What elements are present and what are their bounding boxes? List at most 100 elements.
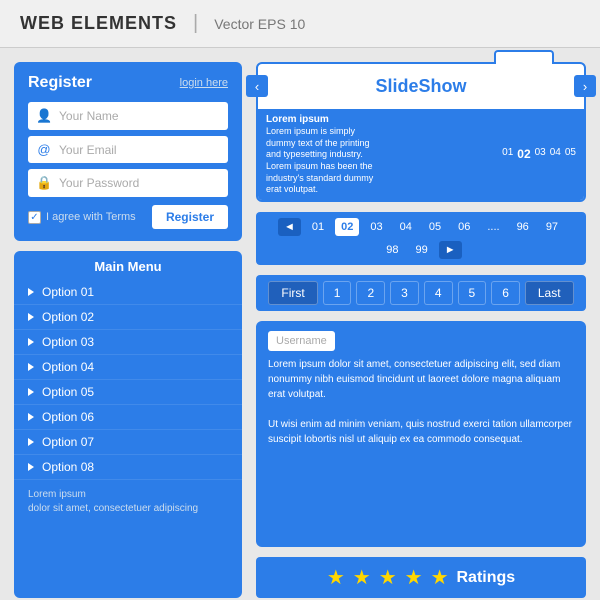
lock-icon: 🔒 [36, 175, 52, 191]
menu-title: Main Menu [14, 259, 242, 274]
menu-footer-line2: dolor sit amet, consectetuer adipiscing [28, 502, 228, 516]
dot-1[interactable]: 01 [502, 147, 513, 161]
slideshow-inner: ‹ SlideShow › [258, 64, 584, 109]
terms-row: ✓ I agree with Terms Register [28, 205, 228, 229]
slideshow-prev-button[interactable]: ‹ [246, 75, 268, 97]
menu-footer: Lorem ipsum dolor sit amet, consectetuer… [14, 480, 242, 516]
arrow-icon-7 [28, 438, 34, 446]
page-98[interactable]: 98 [380, 241, 404, 259]
menu-item-8[interactable]: Option 08 [14, 455, 242, 480]
slideshow-lorem: Lorem ipsum Lorem ipsum is simply dummy … [266, 113, 386, 196]
page-99[interactable]: 99 [410, 241, 434, 259]
page-06[interactable]: 06 [452, 218, 476, 236]
register-title: Register [28, 74, 92, 92]
register-button[interactable]: Register [152, 205, 228, 229]
page2-2[interactable]: 2 [356, 281, 385, 305]
lorem-title: Lorem ipsum [266, 113, 386, 126]
menu-label-2: Option 02 [42, 310, 94, 324]
menu-item-1[interactable]: Option 01 [14, 280, 242, 305]
password-field[interactable]: 🔒 Your Password [28, 169, 228, 197]
star-5[interactable]: ★ [431, 565, 449, 590]
menu-item-5[interactable]: Option 05 [14, 380, 242, 405]
page2-3[interactable]: 3 [390, 281, 419, 305]
menu-label-4: Option 04 [42, 360, 94, 374]
slideshow-dots: 01 02 03 04 05 [502, 147, 576, 161]
arrow-icon-6 [28, 413, 34, 421]
pagination2-bar: First 1 2 3 4 5 6 Last [256, 275, 586, 311]
email-icon: @ [36, 142, 52, 157]
slideshow-footer: Lorem ipsum Lorem ipsum is simply dummy … [258, 109, 584, 200]
dot-4[interactable]: 04 [550, 147, 561, 161]
email-placeholder: Your Email [59, 143, 117, 157]
slideshow-title: SlideShow [375, 76, 466, 97]
login-link[interactable]: login here [180, 77, 228, 89]
last-button[interactable]: Last [525, 281, 574, 305]
left-column: Register login here 👤 Your Name @ Your E… [14, 62, 242, 598]
dot-5[interactable]: 05 [565, 147, 576, 161]
arrow-icon-1 [28, 288, 34, 296]
arrow-icon-2 [28, 313, 34, 321]
name-placeholder: Your Name [59, 109, 119, 123]
username-field[interactable]: Username [268, 331, 335, 351]
star-2[interactable]: ★ [353, 565, 371, 590]
slideshow-next-button[interactable]: › [574, 75, 596, 97]
star-4[interactable]: ★ [405, 565, 423, 590]
menu-footer-line1: Lorem ipsum [28, 488, 228, 502]
slideshow-tab [494, 50, 554, 64]
page-03[interactable]: 03 [364, 218, 388, 236]
page-01[interactable]: 01 [306, 218, 330, 236]
password-placeholder: Your Password [59, 176, 139, 190]
page-ellipsis: .... [481, 218, 505, 236]
menu-label-1: Option 01 [42, 285, 94, 299]
ratings-label: Ratings [457, 569, 516, 587]
user-icon: 👤 [36, 108, 52, 124]
menu-label-5: Option 05 [42, 385, 94, 399]
header-title: WEB ELEMENTS [20, 13, 177, 34]
register-header: Register login here [28, 74, 228, 92]
page-97[interactable]: 97 [540, 218, 564, 236]
arrow-icon-3 [28, 338, 34, 346]
menu-item-4[interactable]: Option 04 [14, 355, 242, 380]
terms-checkbox[interactable]: ✓ [28, 211, 41, 224]
page2-1[interactable]: 1 [323, 281, 352, 305]
dot-2[interactable]: 02 [517, 147, 530, 161]
dot-3[interactable]: 03 [535, 147, 546, 161]
name-field[interactable]: 👤 Your Name [28, 102, 228, 130]
first-button[interactable]: First [268, 281, 317, 305]
menu-label-6: Option 06 [42, 410, 94, 424]
page-02[interactable]: 02 [335, 218, 359, 236]
menu-item-3[interactable]: Option 03 [14, 330, 242, 355]
pagination-bar: ◄ 01 02 03 04 05 06 .... 96 97 98 99 ► [256, 212, 586, 265]
menu-label-3: Option 03 [42, 335, 94, 349]
pagination-prev[interactable]: ◄ [278, 218, 301, 236]
terms-label: I agree with Terms [46, 211, 136, 223]
arrow-icon-8 [28, 463, 34, 471]
star-1[interactable]: ★ [327, 565, 345, 590]
star-3[interactable]: ★ [379, 565, 397, 590]
page2-5[interactable]: 5 [458, 281, 487, 305]
user-description: Lorem ipsum dolor sit amet, consectetuer… [268, 357, 574, 447]
user-card: Username Lorem ipsum dolor sit amet, con… [256, 321, 586, 547]
register-form: Register login here 👤 Your Name @ Your E… [14, 62, 242, 241]
page-04[interactable]: 04 [394, 218, 418, 236]
menu-item-6[interactable]: Option 06 [14, 405, 242, 430]
menu-label-8: Option 08 [42, 460, 94, 474]
lorem-text: Lorem ipsum is simply dummy text of the … [266, 126, 386, 196]
pagination-next[interactable]: ► [439, 241, 462, 259]
header-divider: | [193, 12, 198, 35]
page-96[interactable]: 96 [511, 218, 535, 236]
page-05[interactable]: 05 [423, 218, 447, 236]
header: WEB ELEMENTS | Vector EPS 10 [0, 0, 600, 48]
arrow-icon-5 [28, 388, 34, 396]
menu-item-2[interactable]: Option 02 [14, 305, 242, 330]
checkbox-check-icon: ✓ [30, 212, 38, 223]
page2-4[interactable]: 4 [424, 281, 453, 305]
ratings-bar: ★ ★ ★ ★ ★ Ratings [256, 557, 586, 598]
email-field[interactable]: @ Your Email [28, 136, 228, 163]
right-column: ‹ SlideShow › Lorem ipsum Lorem ipsum is… [242, 62, 586, 598]
header-subtitle: Vector EPS 10 [214, 16, 305, 32]
menu-item-7[interactable]: Option 07 [14, 430, 242, 455]
arrow-icon-4 [28, 363, 34, 371]
page2-6[interactable]: 6 [491, 281, 520, 305]
main-layout: Register login here 👤 Your Name @ Your E… [0, 48, 600, 598]
